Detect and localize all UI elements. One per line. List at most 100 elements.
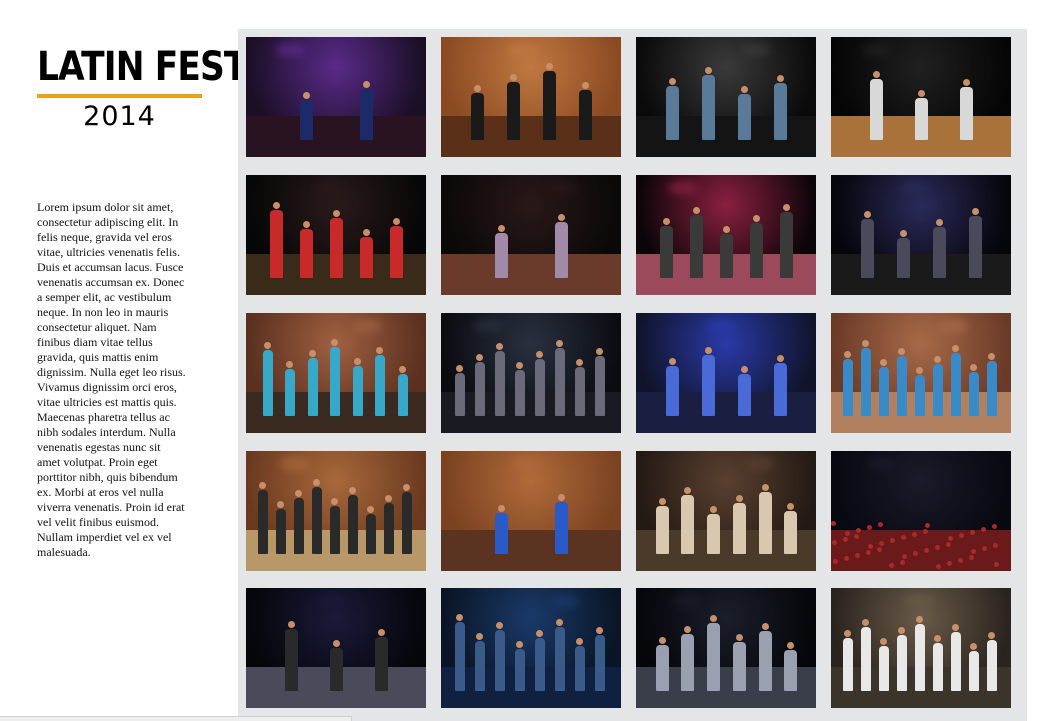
photo-light: [862, 43, 892, 57]
photo-stage-dancers[interactable]: [246, 175, 426, 295]
crowd-dot: [833, 559, 838, 564]
person-figure: [300, 229, 313, 279]
photo-dancing-couple[interactable]: [246, 37, 426, 157]
photo-stage-show[interactable]: [636, 588, 816, 708]
person-figure: [969, 372, 979, 417]
person-head: [378, 629, 385, 637]
person-figure: [495, 233, 508, 279]
crowd-dot: [959, 533, 964, 538]
person-figure: [969, 651, 979, 692]
person-head: [536, 630, 543, 638]
person-head: [498, 505, 505, 513]
crowd-dot: [936, 564, 941, 569]
person-head: [684, 626, 691, 634]
person-figure: [843, 359, 853, 417]
person-head: [264, 342, 271, 350]
horizontal-scrollbar[interactable]: [0, 716, 352, 721]
photo-group-portrait[interactable]: [441, 37, 621, 157]
person-figure: [738, 374, 751, 417]
photo-stage-performers[interactable]: [636, 37, 816, 157]
person-head: [736, 634, 743, 642]
person-figure: [366, 514, 376, 555]
crowd-dot: [970, 530, 975, 535]
person-head: [873, 71, 880, 79]
person-head: [900, 230, 907, 238]
person-figure: [960, 87, 973, 141]
person-figure: [330, 347, 340, 417]
person-head: [558, 494, 565, 502]
photo-singer-stage[interactable]: [246, 588, 426, 708]
person-head: [576, 638, 583, 646]
person-head: [710, 506, 717, 514]
person-figure: [969, 216, 982, 279]
photo-floor: [441, 254, 621, 295]
person-head: [516, 362, 523, 370]
photo-crowd-portrait[interactable]: [246, 313, 426, 433]
person-head: [988, 353, 995, 361]
photo-group-photo[interactable]: [246, 451, 426, 571]
crowd-dot: [889, 563, 894, 568]
crowd-dot: [855, 553, 860, 558]
person-head: [777, 75, 784, 83]
person-head: [741, 366, 748, 374]
person-figure: [495, 513, 508, 555]
person-head: [546, 63, 553, 71]
crowd-dot: [878, 522, 883, 527]
photo-band-stage[interactable]: [636, 175, 816, 295]
crowd-dot: [981, 527, 986, 532]
person-head: [936, 219, 943, 227]
photo-light: [672, 594, 702, 608]
person-figure: [375, 637, 388, 692]
person-figure: [780, 212, 793, 279]
person-head: [259, 482, 266, 490]
person-head: [558, 214, 565, 222]
person-head: [363, 81, 370, 89]
person-figure: [555, 348, 565, 417]
photo-light: [904, 594, 934, 608]
person-head: [952, 345, 959, 353]
person-figure: [312, 487, 322, 555]
person-figure: [285, 369, 295, 417]
photo-dance-floor[interactable]: [441, 313, 621, 433]
person-figure: [951, 632, 961, 692]
person-figure: [951, 353, 961, 417]
person-figure: [707, 623, 720, 692]
photo-concert-crowd[interactable]: [831, 451, 1011, 571]
person-head: [498, 225, 505, 233]
person-figure: [702, 75, 715, 141]
person-figure: [759, 492, 772, 555]
photo-group-lineup-2[interactable]: [831, 588, 1011, 708]
person-head: [972, 208, 979, 216]
photo-friends-posing[interactable]: [636, 451, 816, 571]
photo-dancers-on-stage[interactable]: [831, 37, 1011, 157]
person-head: [576, 359, 583, 367]
person-head: [476, 633, 483, 641]
person-head: [659, 637, 666, 645]
page-title: LATIN FEST: [37, 44, 247, 90]
person-figure: [455, 373, 465, 417]
person-head: [898, 348, 905, 356]
person-figure: [579, 90, 592, 141]
person-figure: [375, 355, 385, 417]
person-head: [385, 495, 392, 503]
person-head: [556, 619, 563, 627]
photo-duo-dance[interactable]: [441, 175, 621, 295]
person-head: [277, 501, 284, 509]
person-head: [970, 364, 977, 372]
photo-blue-dance-floor[interactable]: [441, 588, 621, 708]
photo-band-performing[interactable]: [831, 175, 1011, 295]
sidebar: LATIN FEST 2014 Lorem ipsum dolor sit am…: [0, 0, 247, 721]
title-underline: [37, 94, 202, 98]
photo-blue-crowd[interactable]: [636, 313, 816, 433]
person-head: [916, 367, 923, 375]
person-head: [596, 348, 603, 356]
person-head: [898, 627, 905, 635]
person-head: [510, 74, 517, 82]
person-figure: [870, 79, 883, 141]
person-head: [862, 619, 869, 627]
photo-light: [668, 181, 698, 195]
person-figure: [353, 366, 363, 417]
photo-group-lineup[interactable]: [831, 313, 1011, 433]
crowd-dot: [879, 541, 884, 546]
photo-two-friends[interactable]: [441, 451, 621, 571]
